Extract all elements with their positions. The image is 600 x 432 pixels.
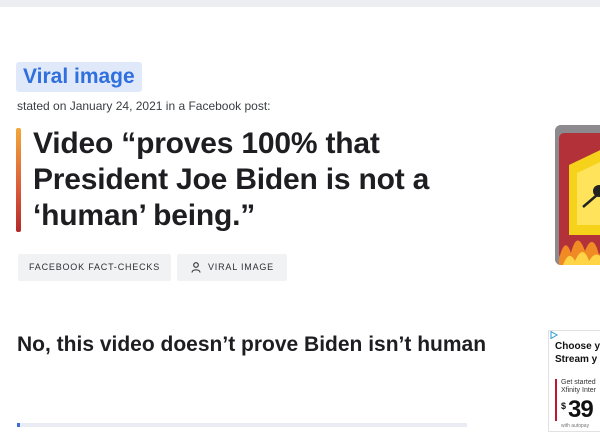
rating-image <box>555 125 600 265</box>
top-bar <box>0 0 600 7</box>
ad-headline-2: Stream y <box>555 354 598 365</box>
tag-label: VIRAL IMAGE <box>208 262 274 272</box>
person-icon <box>191 262 201 273</box>
ad-price: 39 <box>568 396 594 423</box>
ad-subtext-2: Xfinity Inter <box>561 387 597 394</box>
ad-fine-print: with autopay <box>561 423 590 429</box>
tag-viral-image[interactable]: VIRAL IMAGE <box>177 254 287 281</box>
ad-accent-rule <box>555 379 557 421</box>
ad-price-symbol: $ <box>561 401 567 411</box>
ad-headline-1: Choose y <box>555 341 600 352</box>
stated-date: stated on January 24, 2021 in a Facebook… <box>17 99 271 113</box>
claim-quote: Video “proves 100% that President Joe Bi… <box>33 127 430 232</box>
speaker-label[interactable]: Viral image <box>16 62 142 92</box>
section-divider <box>17 423 467 427</box>
article-headline[interactable]: No, this video doesn’t prove Biden isn’t… <box>17 331 487 358</box>
advertisement[interactable]: Choose y Stream y Get started Xfinity In… <box>548 330 600 432</box>
tag-label: FACEBOOK FACT-CHECKS <box>28 262 161 272</box>
ad-choices-icon[interactable] <box>550 331 558 339</box>
pants-on-fire-icon <box>555 125 600 265</box>
ad-subtext-1: Get started <box>561 379 596 386</box>
quote-accent-bar <box>16 128 21 232</box>
tag-facebook-fact-checks[interactable]: FACEBOOK FACT-CHECKS <box>18 254 171 281</box>
